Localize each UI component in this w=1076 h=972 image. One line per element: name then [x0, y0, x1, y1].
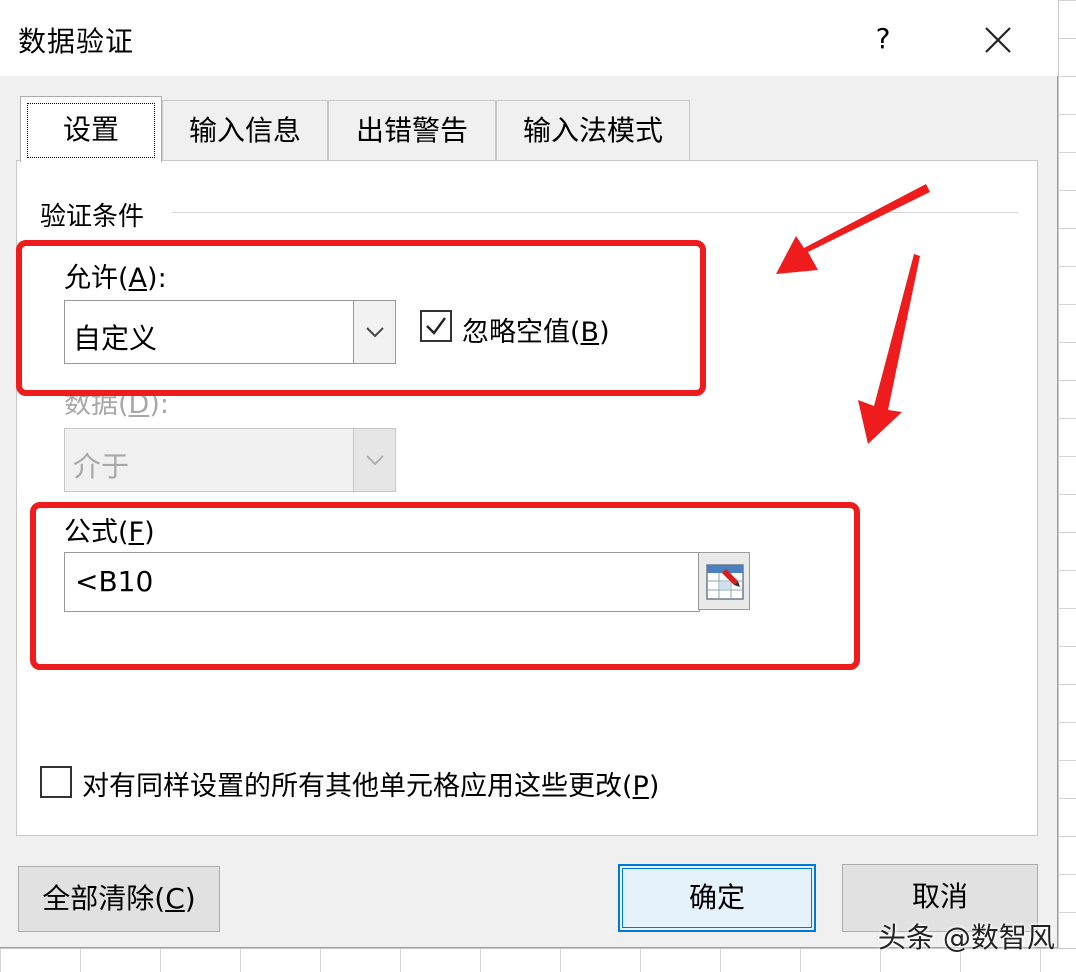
ok-button-label: 确定: [688, 881, 745, 914]
data-dropdown-button: [353, 429, 395, 491]
watermark: 头条 @数智风: [878, 921, 1055, 954]
tab-error-alert[interactable]: 出错警告: [328, 100, 496, 160]
annotation-box-allow: [16, 240, 706, 396]
data-select-value: 介于: [73, 450, 130, 483]
tab-input-message[interactable]: 输入信息: [162, 100, 328, 160]
annotation-box-formula: [30, 502, 860, 670]
ok-button[interactable]: 确定: [618, 864, 816, 932]
section-divider: [172, 212, 1018, 213]
title-bar: 数据验证 ?: [0, 0, 1058, 76]
tab-settings[interactable]: 设置: [20, 96, 162, 162]
help-button[interactable]: ?: [858, 14, 908, 64]
spreadsheet-grid-right: [1058, 0, 1076, 972]
tab-settings-label: 设置: [27, 103, 155, 158]
tab-ime-mode[interactable]: 输入法模式: [496, 100, 690, 160]
close-button[interactable]: [968, 14, 1028, 64]
dialog-title: 数据验证: [18, 25, 135, 58]
data-select: 介于: [64, 428, 396, 492]
clear-all-button[interactable]: 全部清除(C): [18, 866, 220, 932]
data-validation-dialog: 数据验证 ? 设置 输入信息 出错警告 输入法模式 验证条件 允许(A): 自定…: [0, 0, 1058, 948]
apply-to-all-checkbox[interactable]: [40, 766, 72, 798]
section-title-validation-criteria: 验证条件: [40, 202, 145, 232]
chevron-down-icon: [366, 455, 384, 466]
apply-to-all-label: 对有同样设置的所有其他单元格应用这些更改(P): [82, 771, 660, 802]
close-icon: [985, 27, 1011, 53]
